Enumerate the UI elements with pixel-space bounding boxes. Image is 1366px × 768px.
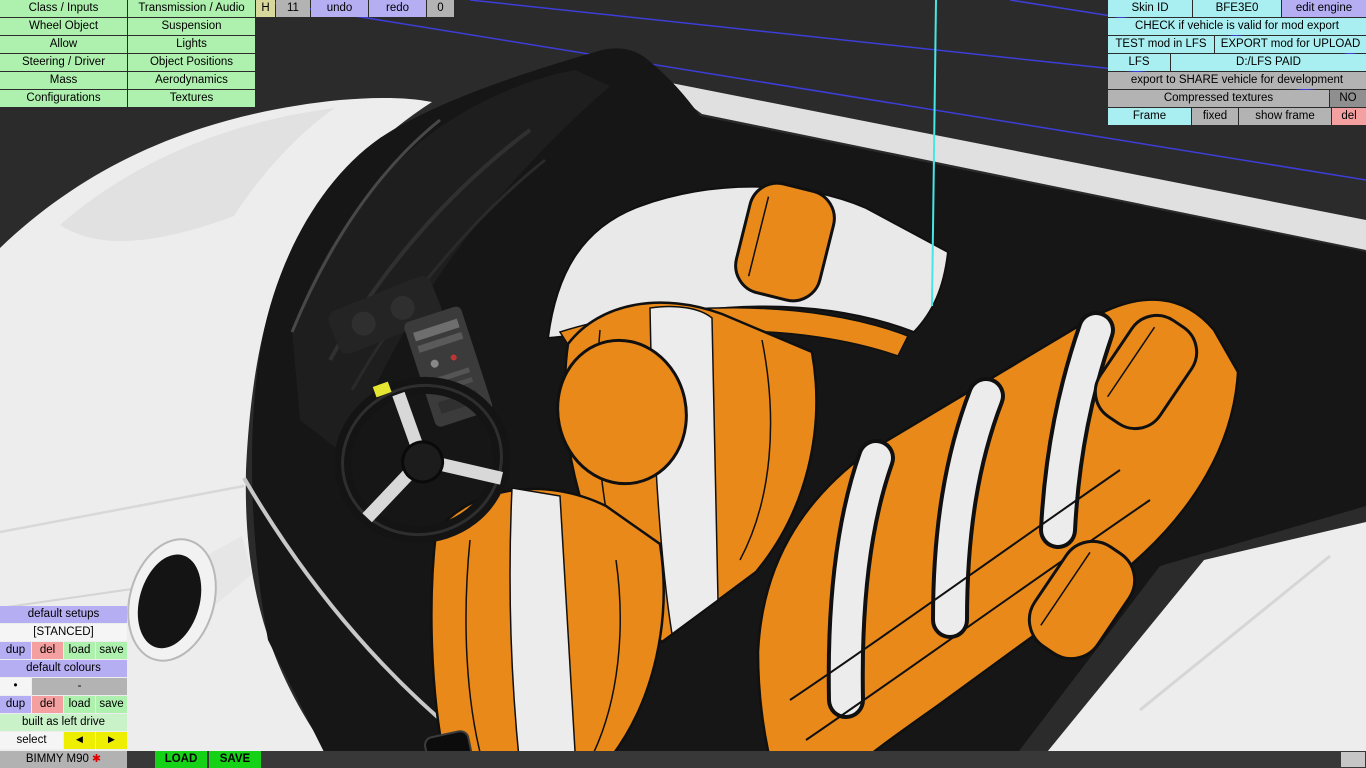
vehicle-name-label: BIMMY M90 [25,753,89,765]
menu-allow[interactable]: Allow [0,36,127,53]
test-mod-button[interactable]: TEST mod in LFS [1108,36,1214,53]
setup-del-button[interactable]: del [32,642,63,659]
menu-textures[interactable]: Textures [128,90,255,107]
setups-colours-panel: default setups [STANCED] dup del load sa… [0,606,127,749]
colour-load-button[interactable]: load [64,696,95,713]
next-arrow-button[interactable]: ► [96,732,127,749]
check-vehicle-button[interactable]: CHECK if vehicle is valid for mod export [1108,18,1366,35]
setup-name-value[interactable]: [STANCED] [0,624,127,641]
export-mod-button[interactable]: EXPORT mod for UPLOAD [1215,36,1366,53]
menu-suspension[interactable]: Suspension [128,18,255,35]
history-toolbar: H 11 undo redo 0 [256,0,454,17]
menu-aerodynamics[interactable]: Aerodynamics [128,72,255,89]
statusbar-scrollbar-handle[interactable] [1341,752,1365,767]
mod-export-panel: Skin ID BFE3E0 edit engine CHECK if vehi… [1108,0,1366,125]
redo-count[interactable]: 0 [427,0,454,17]
load-vehicle-button[interactable]: LOAD [155,751,207,768]
lfs-path-value[interactable]: D:/LFS PAID [1171,54,1366,71]
setup-save-button[interactable]: save [96,642,127,659]
vehicle-name-button[interactable]: BIMMY M90 ✱ [0,751,127,768]
skin-id-label[interactable]: Skin ID [1108,0,1192,17]
status-bar: BIMMY M90 ✱ LOAD SAVE [0,751,1366,768]
colour-swatch[interactable]: • [0,678,31,695]
menu-configurations[interactable]: Configurations [0,90,127,107]
default-setups-button[interactable]: default setups [0,606,127,623]
colour-name-value[interactable]: - [32,678,127,695]
setup-dup-button[interactable]: dup [0,642,31,659]
built-drive-toggle[interactable]: built as left drive [0,714,127,731]
history-count[interactable]: 11 [276,0,310,17]
edit-engine-button[interactable]: edit engine [1282,0,1366,17]
lfs-target-button[interactable]: LFS [1108,54,1170,71]
compressed-textures-value[interactable]: NO [1330,90,1366,107]
frame-delete-button[interactable]: del [1332,108,1366,125]
menu-lights[interactable]: Lights [128,36,255,53]
show-frame-toggle[interactable]: show frame [1239,108,1331,125]
menu-column-1: Class / Inputs Wheel Object Allow Steeri… [0,0,127,107]
undo-button[interactable]: undo [311,0,368,17]
menu-wheel-object[interactable]: Wheel Object [0,18,127,35]
edit-sections-menu: Class / Inputs Wheel Object Allow Steeri… [0,0,255,107]
share-export-button[interactable]: export to SHARE vehicle for development [1108,72,1366,89]
frame-button[interactable]: Frame [1108,108,1191,125]
modified-indicator: ✱ [91,753,102,765]
h-toggle-button[interactable]: H [256,0,275,17]
setup-load-button[interactable]: load [64,642,95,659]
colour-save-button[interactable]: save [96,696,127,713]
menu-object-positions[interactable]: Object Positions [128,54,255,71]
menu-mass[interactable]: Mass [0,72,127,89]
frame-fixed-toggle[interactable]: fixed [1192,108,1238,125]
menu-column-2: Transmission / Audio Suspension Lights O… [128,0,255,107]
menu-class-inputs[interactable]: Class / Inputs [0,0,127,17]
lfs-vehicle-editor: Class / Inputs Wheel Object Allow Steeri… [0,0,1366,768]
save-vehicle-button[interactable]: SAVE [209,751,261,768]
colour-dup-button[interactable]: dup [0,696,31,713]
prev-arrow-button[interactable]: ◄ [64,732,95,749]
skin-id-value[interactable]: BFE3E0 [1193,0,1281,17]
menu-steering-driver[interactable]: Steering / Driver [0,54,127,71]
select-button[interactable]: select [0,732,63,749]
menu-transmission-audio[interactable]: Transmission / Audio [128,0,255,17]
compressed-textures-toggle[interactable]: Compressed textures [1108,90,1329,107]
colour-del-button[interactable]: del [32,696,63,713]
default-colours-button[interactable]: default colours [0,660,127,677]
redo-button[interactable]: redo [369,0,426,17]
